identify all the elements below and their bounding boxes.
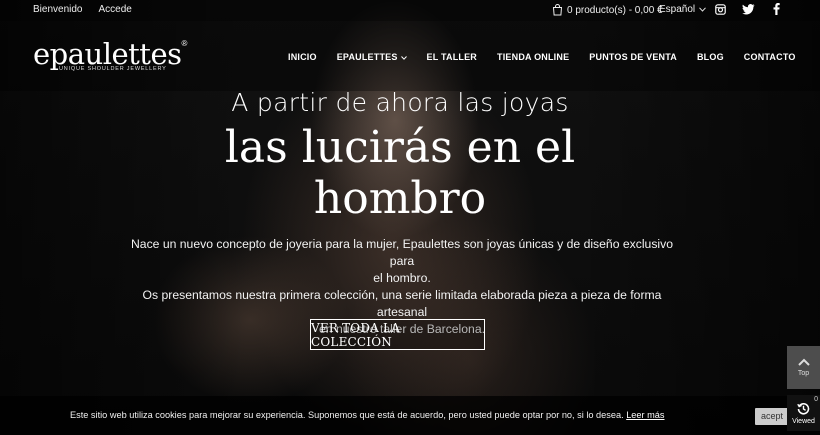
- chevron-up-icon: [797, 358, 810, 368]
- nav-item-contacto[interactable]: CONTACTO: [744, 52, 796, 62]
- cart-summary[interactable]: 0 producto(s) - 0,00 €: [550, 3, 663, 17]
- nav-item-epaulettes-label: EPAULETTES: [336, 52, 398, 62]
- viewed-count: 0: [814, 396, 818, 403]
- nav-item-el-taller[interactable]: EL TALLER: [427, 52, 477, 62]
- nav-item-tienda-online[interactable]: TIENDA ONLINE: [497, 52, 569, 62]
- hero-description-line1: Nace un nuevo concepto de joyeria para l…: [131, 237, 673, 268]
- hero-subtitle: A partir de ahora las joyas: [231, 88, 569, 117]
- view-collection-button[interactable]: VER TODA LA COLECCIÓN: [310, 319, 485, 350]
- nav-item-blog[interactable]: BLOG: [697, 52, 724, 62]
- main-nav: INICIO EPAULETTES EL TALLER TIENDA ONLIN…: [288, 52, 796, 62]
- chevron-down-icon: [699, 4, 707, 15]
- cookie-message: Este sitio web utiliza cookies para mejo…: [70, 410, 624, 420]
- nav-item-inicio[interactable]: INICIO: [288, 52, 317, 62]
- logo-registered-mark: ®: [181, 39, 188, 48]
- read-more-link[interactable]: Leer más: [626, 410, 664, 420]
- hero-description-line2: el hombro.: [373, 271, 431, 285]
- login-link[interactable]: Accede: [98, 4, 131, 15]
- cookie-banner: Este sitio web utiliza cookies para mejo…: [0, 396, 820, 435]
- recently-viewed-button[interactable]: 0 Viewed: [787, 395, 820, 431]
- viewed-label: Viewed: [792, 417, 815, 425]
- nav-item-epaulettes[interactable]: EPAULETTES: [337, 52, 407, 62]
- cart-text: 0 producto(s) - 0,00 €: [567, 4, 663, 16]
- cookie-message-row: Este sitio web utiliza cookies para mejo…: [70, 410, 665, 420]
- hero-title-line2: hombro: [313, 173, 487, 224]
- language-label: Español: [659, 4, 696, 15]
- nav-item-puntos-de-venta[interactable]: PUNTOS DE VENTA: [589, 52, 677, 62]
- welcome-link[interactable]: Bienvenido: [33, 4, 82, 15]
- top-bar: Bienvenido Accede 0 producto(s) - 0,00 €…: [0, 0, 820, 21]
- main-header: epaulettes® UNIQUE SHOULDER JEWELLERY IN…: [0, 21, 820, 91]
- hero-title-line1: las lucirás en el: [224, 122, 576, 173]
- twitter-icon[interactable]: [741, 2, 755, 16]
- language-selector[interactable]: Español: [659, 4, 707, 15]
- scroll-top-button[interactable]: Top: [787, 346, 820, 389]
- history-icon: [797, 402, 810, 417]
- chevron-down-icon: [400, 52, 407, 62]
- shopping-bag-icon: [550, 3, 564, 17]
- site-logo[interactable]: epaulettes® UNIQUE SHOULDER JEWELLERY: [33, 39, 188, 72]
- facebook-icon[interactable]: [769, 2, 783, 16]
- instagram-icon[interactable]: [713, 2, 727, 16]
- scroll-top-label: Top: [797, 370, 810, 377]
- hero-title: las lucirás en el hombro: [0, 122, 800, 224]
- logo-tagline: UNIQUE SHOULDER JEWELLERY: [59, 66, 167, 72]
- hero-description-line3: Os presentamos nuestra primera colección…: [142, 288, 662, 319]
